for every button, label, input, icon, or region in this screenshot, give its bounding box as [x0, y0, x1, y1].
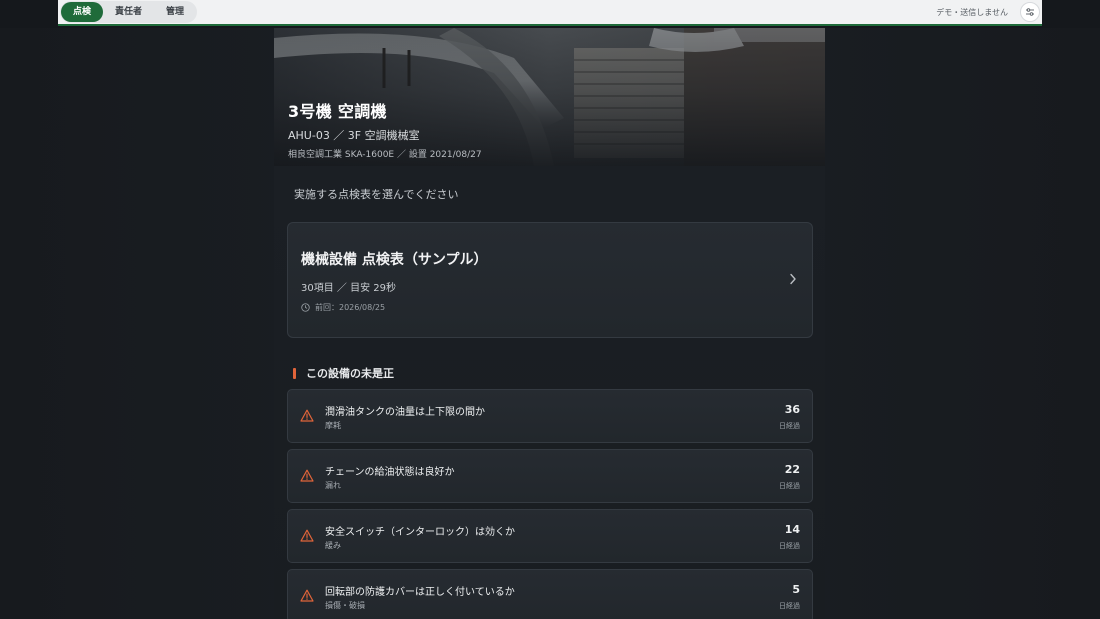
equipment-title: 3号機 空調機 — [288, 102, 387, 121]
issue-days-unit: 日経過 — [779, 482, 800, 490]
issue-title: チェーンの給油状態は良好か — [325, 467, 455, 478]
section-accent-bar — [293, 367, 296, 379]
demo-notice: デモ・送信しません — [936, 7, 1008, 17]
mode-tabs: 点検 責任者 管理 — [60, 1, 198, 23]
topbar-right: デモ・送信しません — [936, 2, 1040, 22]
checklist-last-done: 前回：2026/08/25 — [301, 302, 385, 313]
top-nav-bar: 点検 責任者 管理 デモ・送信しません — [58, 0, 1042, 26]
issue-tag: 漏れ — [325, 481, 341, 490]
issue-item[interactable]: 潤滑油タンクの油量は上下限の間か 摩耗 36 日経過 — [287, 389, 813, 443]
tab-supervisor[interactable]: 責任者 — [103, 2, 154, 22]
issue-title: 回転部の防護カバーは正しく付いているか — [325, 587, 515, 598]
issue-tag: 損傷・破損 — [325, 601, 365, 610]
issue-days: 22 — [784, 463, 800, 476]
issue-item[interactable]: 安全スイッチ（インターロック）は効くか 緩み 14 日経過 — [287, 509, 813, 563]
select-prompt: 実施する点検表を選んでください — [294, 188, 459, 201]
equipment-hero: 3号機 空調機 AHU-03 ／ 3F 空調機械室 相良空調工業 SKA-160… — [274, 28, 825, 166]
unresolved-section-title: この設備の未是正 — [306, 367, 394, 380]
checklist-title: 機械設備 点検表（サンプル） — [301, 252, 488, 268]
issue-days-unit: 日経過 — [779, 542, 800, 550]
unresolved-section-header: この設備の未是正 — [293, 365, 394, 381]
issue-item[interactable]: 回転部の防護カバーは正しく付いているか 損傷・破損 5 日経過 — [287, 569, 813, 619]
warning-icon — [300, 589, 314, 602]
equipment-info: 3号機 空調機 AHU-03 ／ 3F 空調機械室 相良空調工業 SKA-160… — [288, 98, 482, 160]
issue-days-unit: 日経過 — [779, 422, 800, 430]
issue-tag: 摩耗 — [325, 421, 341, 430]
checklist-card[interactable]: 機械設備 点検表（サンプル） 30項目 ／ 目安 29秒 前回：2026/08/… — [287, 222, 813, 338]
warning-icon — [300, 469, 314, 482]
clock-icon — [301, 303, 310, 312]
equipment-code-location: AHU-03 ／ 3F 空調機械室 — [288, 129, 420, 142]
issue-title: 安全スイッチ（インターロック）は効くか — [325, 527, 515, 538]
issue-days: 5 — [792, 583, 800, 596]
tab-inspection[interactable]: 点検 — [61, 2, 104, 22]
checklist-last-date: 前回：2026/08/25 — [315, 303, 386, 312]
equipment-maker-model: 相良空調工業 SKA-1600E ／ 設置 2021/08/27 — [288, 150, 482, 160]
issue-days: 14 — [784, 523, 800, 536]
issue-days-unit: 日経過 — [779, 602, 800, 610]
main-content: 実施する点検表を選んでください 機械設備 点検表（サンプル） 30項目 ／ 目安… — [274, 166, 825, 619]
checklist-info: 30項目 ／ 目安 29秒 — [301, 283, 396, 294]
settings-button[interactable] — [1020, 2, 1040, 22]
issue-item[interactable]: チェーンの給油状態は良好か 漏れ 22 日経過 — [287, 449, 813, 503]
issue-tag: 緩み — [325, 541, 341, 550]
warning-icon — [300, 529, 314, 542]
unresolved-issue-list: 潤滑油タンクの油量は上下限の間か 摩耗 36 日経過 チェーンの給油状態は良好か… — [287, 389, 813, 619]
sliders-icon — [1026, 8, 1034, 16]
issue-days: 36 — [784, 403, 800, 416]
tab-admin[interactable]: 管理 — [154, 2, 196, 22]
warning-icon — [300, 409, 314, 422]
issue-title: 潤滑油タンクの油量は上下限の間か — [325, 407, 485, 418]
chevron-right-icon — [790, 273, 796, 285]
